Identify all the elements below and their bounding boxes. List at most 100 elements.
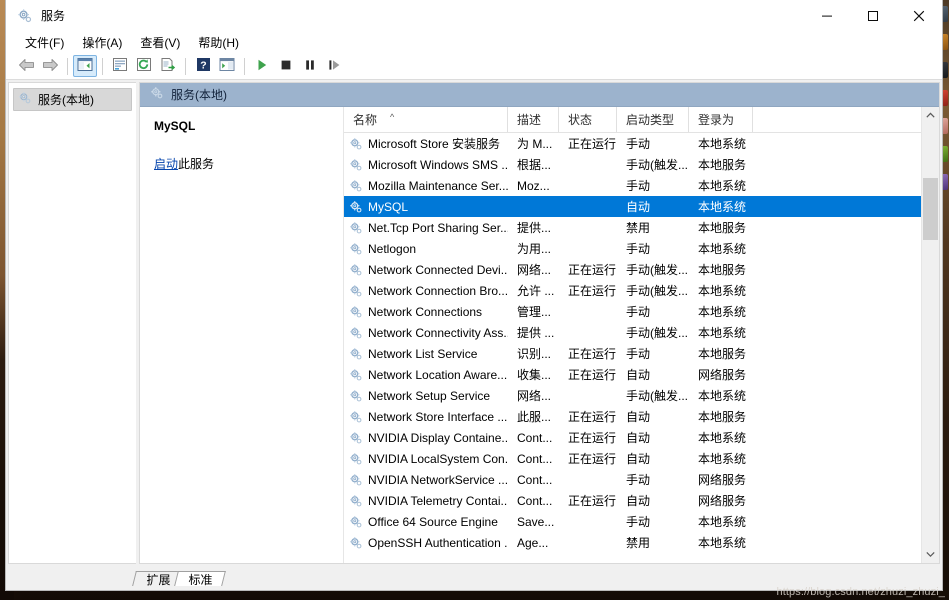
table-row[interactable]: NVIDIA LocalSystem Con... Cont... 正在运行 自动 本地…: [344, 448, 921, 469]
menu-action[interactable]: 操作(A): [73, 32, 131, 53]
service-name-text: Net.Tcp Port Sharing Ser...: [368, 220, 508, 235]
sidebar-item-services-local[interactable]: 服务(本地): [13, 88, 132, 111]
toolbar-start-service[interactable]: [250, 55, 274, 77]
table-row[interactable]: Mozilla Maintenance Ser... Moz... 手动 本地系统: [344, 175, 921, 196]
cell-description: 管理...: [517, 305, 552, 319]
toolbar-pause-service[interactable]: [298, 55, 322, 77]
table-row[interactable]: Network Connection Bro... 允许 ... 正在运行 手动(触发…: [344, 280, 921, 301]
menu-file[interactable]: 文件(F): [16, 32, 73, 53]
toolbar-refresh[interactable]: [132, 55, 156, 77]
table-row[interactable]: OpenSSH Authentication ... Age... 禁用 本地系统: [344, 532, 921, 553]
cell-logon: 本地系统: [698, 200, 747, 214]
console-body: 服务(本地) 服务(本地) MySQL 启动此服务 名称 ^ 描述 状态 启动类…: [6, 80, 942, 564]
window-title: 服务: [41, 9, 66, 23]
start-service-link[interactable]: 启动: [154, 157, 178, 171]
table-row[interactable]: Network Connectivity Ass... 提供 ... 手动(触发..…: [344, 322, 921, 343]
cell-description: 此服...: [517, 410, 552, 424]
tab-label: 标准: [188, 573, 213, 587]
close-button[interactable]: [896, 0, 942, 31]
menu-help[interactable]: 帮助(H): [189, 32, 248, 53]
cell-description: 为 M...: [517, 137, 553, 151]
cell-description: 提供 ...: [517, 326, 555, 340]
cell-logon: 本地系统: [698, 137, 747, 151]
toolbar: ?: [6, 53, 942, 80]
service-name-text: Network Connection Bro...: [368, 283, 508, 298]
cell-logon: 本地系统: [698, 179, 747, 193]
toolbar-forward[interactable]: [38, 55, 62, 77]
services-list-scrollbar[interactable]: [921, 107, 939, 563]
cell-name: Network Setup Service: [344, 389, 508, 403]
services-list-header: 名称 ^ 描述 状态 启动类型 登录为: [344, 107, 921, 133]
watermark-text: https://blog.csdn.net/zhuzi_zhuzi_: [776, 586, 945, 598]
table-row[interactable]: Netlogon 为用... 手动 本地系统: [344, 238, 921, 259]
service-name-text: Microsoft Store 安装服务: [368, 137, 501, 151]
cell-startup: 自动: [626, 452, 651, 466]
cell-name: NVIDIA Telemetry Contai...: [344, 494, 508, 508]
cell-name: Network Connections: [344, 305, 508, 319]
column-header-log-on-as[interactable]: 登录为: [689, 107, 753, 132]
table-row[interactable]: Network Connected Devi... 网络... 正在运行 手动(触发.…: [344, 259, 921, 280]
toolbar-show-action-pane[interactable]: [215, 55, 239, 77]
toolbar-help[interactable]: ?: [191, 55, 215, 77]
table-row[interactable]: NVIDIA Display Containe... Cont... 正在运行 自动 本…: [344, 427, 921, 448]
toolbar-show-hide-console-tree[interactable]: [73, 55, 97, 77]
show-action-pane-icon: [219, 57, 235, 75]
cell-name: Network Connectivity Ass...: [344, 326, 508, 340]
menu-bar: 文件(F) 操作(A) 查看(V) 帮助(H): [6, 31, 942, 53]
cell-description: Moz...: [517, 178, 550, 193]
cell-logon: 本地系统: [698, 431, 747, 445]
column-header-status[interactable]: 状态: [559, 107, 617, 132]
table-row[interactable]: MySQL 自动 本地系统: [344, 196, 921, 217]
toolbar-separator: [102, 57, 103, 75]
cell-name: Network Connected Devi...: [344, 263, 508, 277]
scrollbar-thumb[interactable]: [923, 178, 938, 240]
table-row[interactable]: Network Setup Service 网络... 手动(触发... 本地系统: [344, 385, 921, 406]
services-list: 名称 ^ 描述 状态 启动类型 登录为 Microsoft Store 安装服务…: [344, 107, 921, 563]
scroll-up-icon[interactable]: [922, 107, 939, 124]
cell-name: Net.Tcp Port Sharing Ser...: [344, 221, 508, 235]
back-arrow-icon: [18, 58, 35, 75]
tab-standard[interactable]: 标准: [174, 571, 226, 587]
table-row[interactable]: Microsoft Store 安装服务 为 M... 正在运行 手动 本地系统: [344, 133, 921, 154]
toolbar-separator: [244, 57, 245, 75]
table-row[interactable]: Network List Service 识别... 正在运行 手动 本地服务: [344, 343, 921, 364]
scrollbar-track[interactable]: [922, 124, 939, 546]
cell-description: 根据...: [517, 158, 552, 172]
table-row[interactable]: NVIDIA Telemetry Contai... Cont... 正在运行 自动 网…: [344, 490, 921, 511]
column-header-name[interactable]: 名称 ^: [344, 107, 508, 132]
cell-name: OpenSSH Authentication ...: [344, 536, 508, 550]
toolbar-back[interactable]: [14, 55, 38, 77]
cell-startup: 手动: [626, 347, 651, 361]
table-row[interactable]: Network Location Aware... 收集... 正在运行 自动 网络服务: [344, 364, 921, 385]
toolbar-properties[interactable]: [108, 55, 132, 77]
table-row[interactable]: Office 64 Source Engine Save... 手动 本地系统: [344, 511, 921, 532]
cell-description: Cont...: [517, 493, 553, 508]
table-row[interactable]: NVIDIA NetworkService ... Cont... 手动 网络服务: [344, 469, 921, 490]
column-header-description[interactable]: 描述: [508, 107, 559, 132]
cell-logon: 本地服务: [698, 263, 747, 277]
cell-status: 正在运行: [568, 431, 617, 445]
table-row[interactable]: Network Connections 管理... 手动 本地系统: [344, 301, 921, 322]
toolbar-restart-service[interactable]: [322, 55, 346, 77]
column-header-label: 描述: [517, 113, 542, 127]
cell-startup: 自动: [626, 494, 651, 508]
cell-startup: 自动: [626, 200, 651, 214]
toolbar-export-list[interactable]: [156, 55, 180, 77]
menu-view[interactable]: 查看(V): [131, 32, 189, 53]
toolbar-stop-service[interactable]: [274, 55, 298, 77]
cell-logon: 本地系统: [698, 389, 747, 403]
services-rows-viewport: Microsoft Store 安装服务为 M... 正在运行 手动 本地系统 Mic…: [344, 133, 921, 563]
column-header-startup-type[interactable]: 启动类型: [617, 107, 689, 132]
help-icon: ?: [196, 57, 211, 75]
minimize-button[interactable]: [804, 0, 850, 31]
cell-status: 正在运行: [568, 263, 617, 277]
maximize-button[interactable]: [850, 0, 896, 31]
table-row[interactable]: Network Store Interface ... 此服... 正在运行 自动 本地…: [344, 406, 921, 427]
table-row[interactable]: Net.Tcp Port Sharing Ser... 提供... 禁用 本地服务: [344, 217, 921, 238]
scroll-down-icon[interactable]: [922, 546, 939, 563]
cell-status: 正在运行: [568, 137, 617, 151]
table-row[interactable]: Microsoft Windows SMS ... 根据... 手动(触发... 本地…: [344, 154, 921, 175]
column-header-label: 登录为: [698, 113, 735, 127]
service-name-text: Network Store Interface ...: [368, 409, 508, 424]
cell-startup: 手动: [626, 179, 651, 193]
